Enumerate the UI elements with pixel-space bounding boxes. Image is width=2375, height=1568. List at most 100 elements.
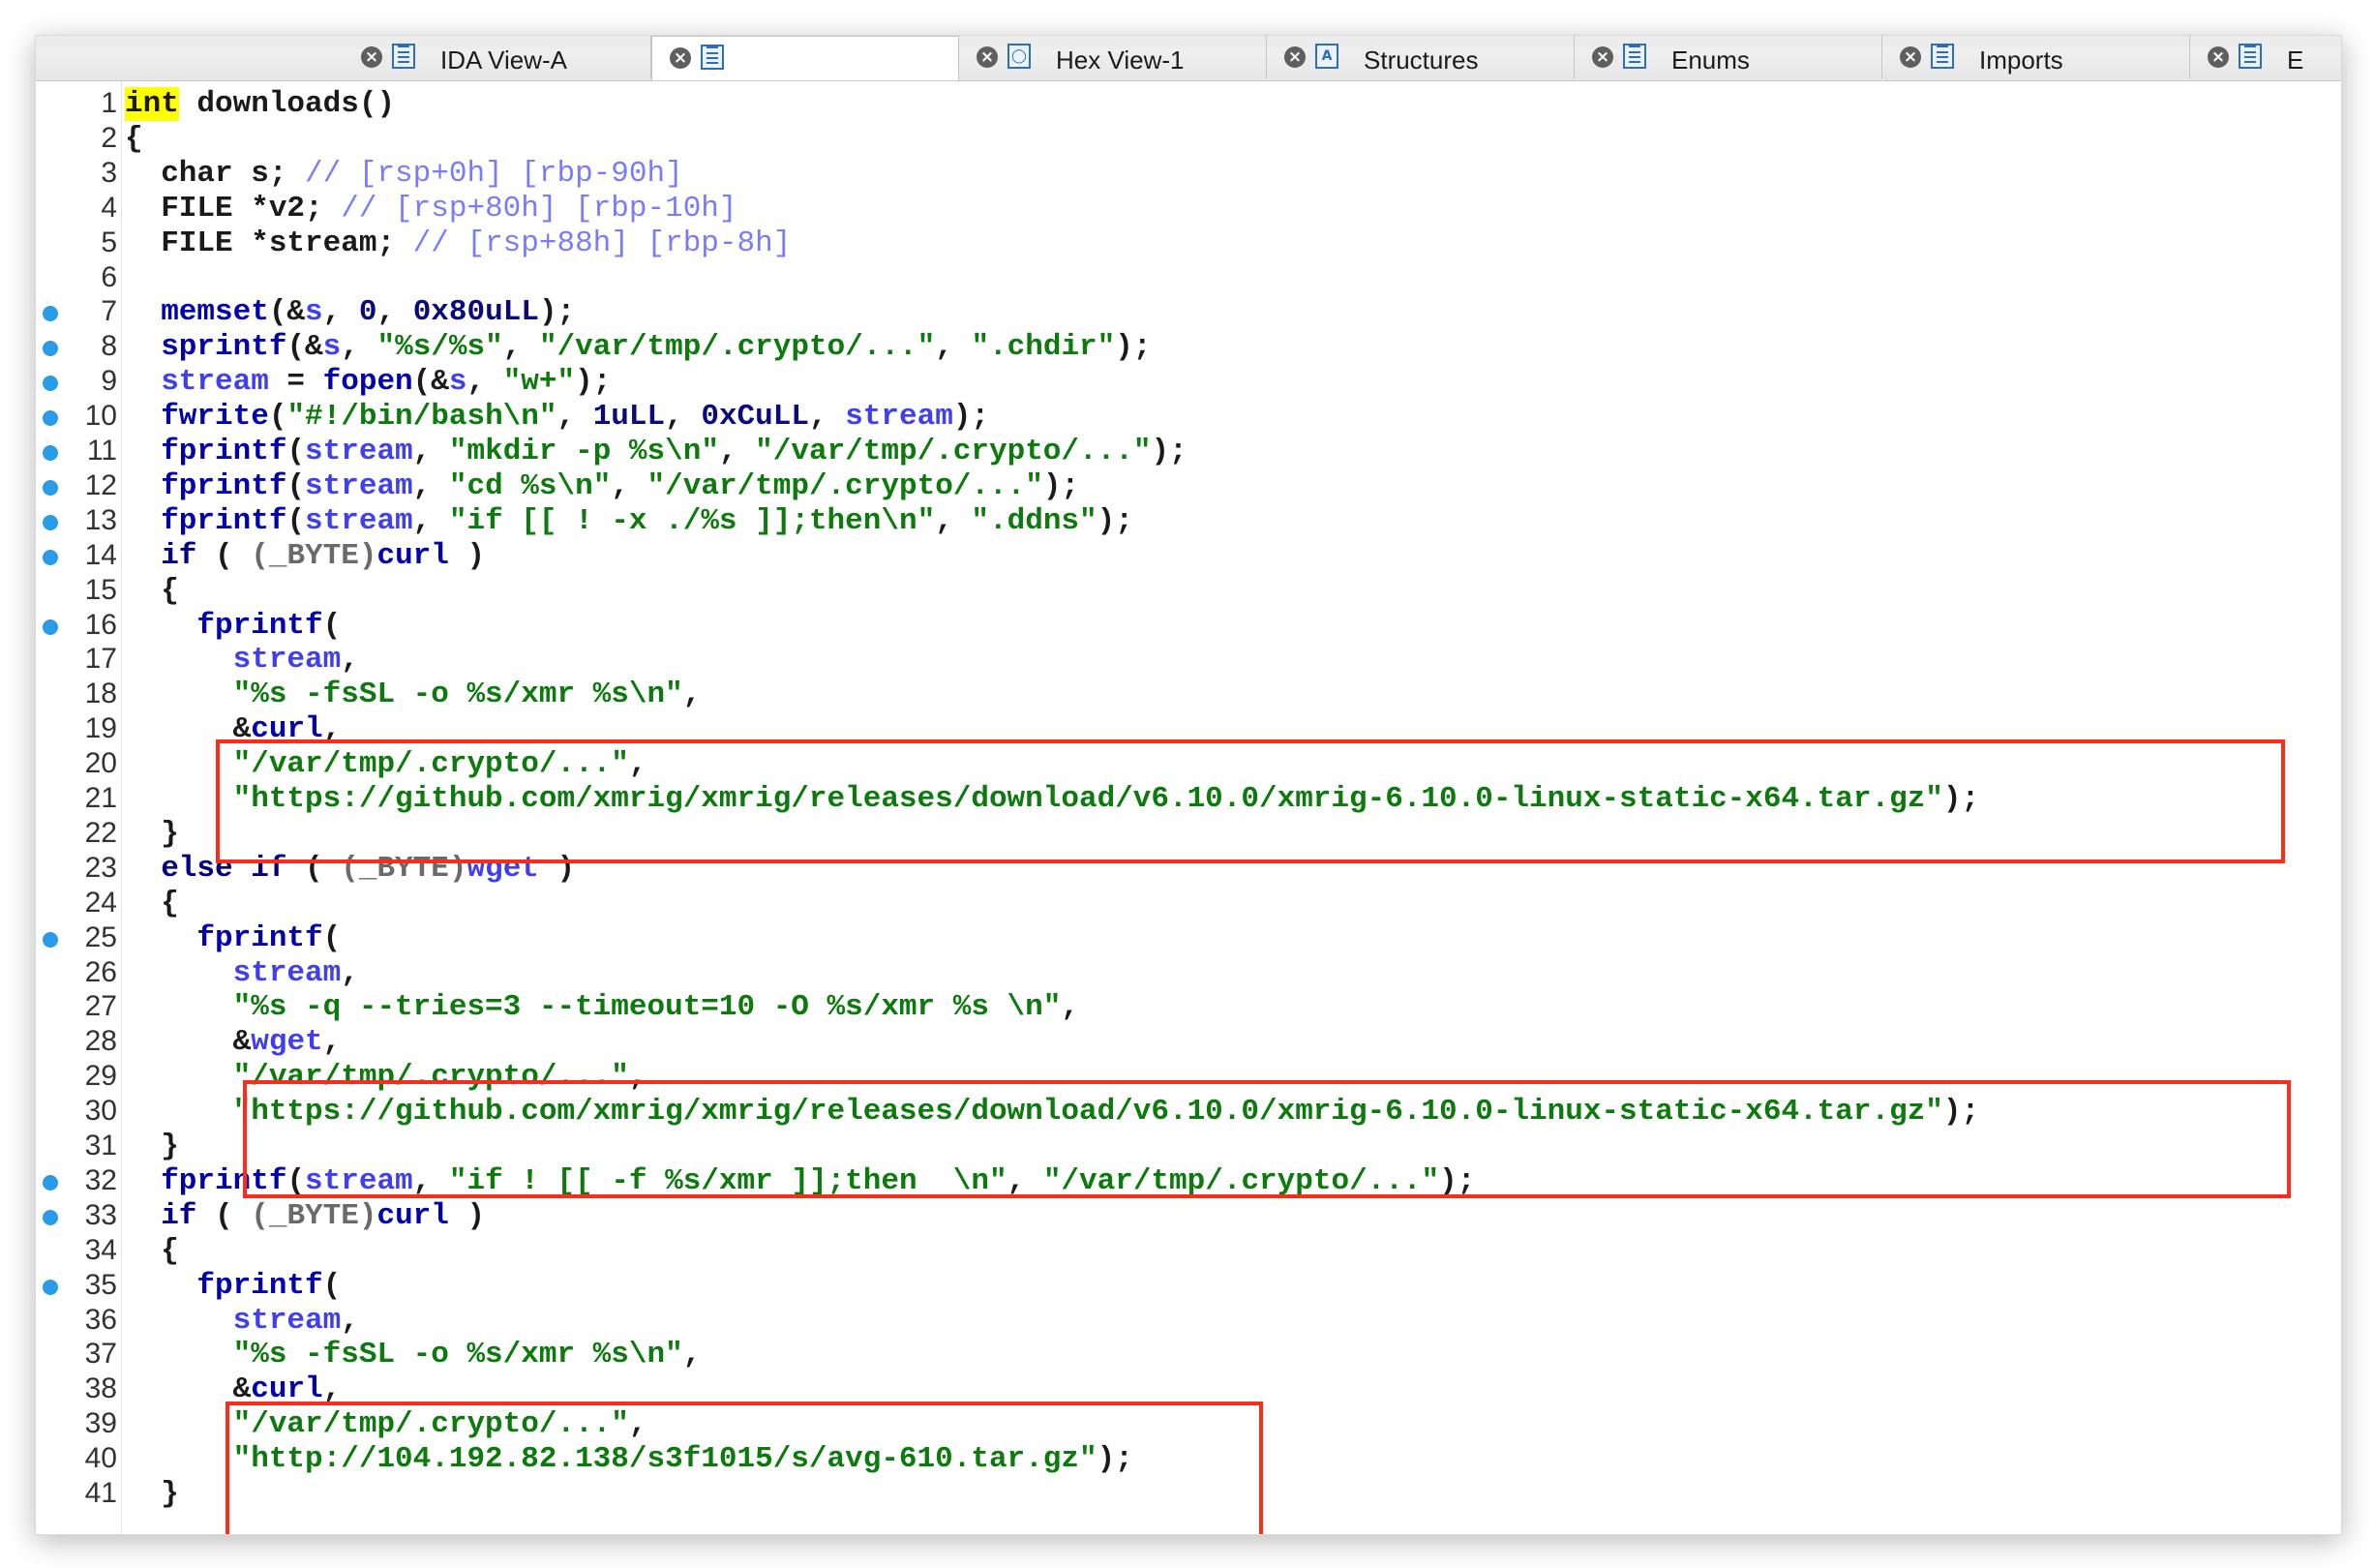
code-token: "%s/%s" — [376, 330, 503, 365]
code-line[interactable]: 33 if ( (_BYTE)curl ) — [36, 1199, 2341, 1234]
code-line[interactable]: 12 fprintf(stream, "cd %s\n", "/var/tmp/… — [36, 469, 2341, 504]
code-text: stream, — [125, 643, 359, 677]
code-token: if — [125, 538, 197, 573]
code-line[interactable]: 4 FILE *v2; // [rsp+80h] [rbp-10h] — [36, 192, 2341, 226]
code-line[interactable]: 3 char s; // [rsp+0h] [rbp-90h] — [36, 157, 2341, 192]
close-icon[interactable]: × — [977, 46, 998, 68]
line-number: 17 — [84, 643, 117, 676]
code-text: fprintf( — [125, 921, 341, 955]
tab-imports[interactable]: × Imports — [1882, 36, 2190, 78]
tab-exports[interactable]: × E — [2190, 36, 2341, 78]
code-text: { — [125, 887, 179, 920]
code-token: fprintf — [125, 1268, 323, 1303]
tab-pseudocode[interactable]: × — [651, 36, 959, 80]
code-token: s — [305, 295, 323, 330]
code-token: "%s -fsSL -o %s/xmr %s\n" — [125, 1338, 683, 1372]
line-number: 35 — [84, 1268, 117, 1301]
code-token: , — [341, 643, 359, 678]
close-icon[interactable]: × — [1284, 46, 1306, 68]
code-token: { — [125, 121, 143, 156]
code-token: 1uLL — [592, 400, 666, 435]
line-number: 26 — [84, 955, 117, 988]
tab-structures[interactable]: × A Structures — [1267, 36, 1575, 78]
close-icon[interactable]: × — [670, 47, 691, 69]
code-token: stream — [305, 435, 413, 468]
code-text: } — [125, 817, 179, 851]
close-icon[interactable]: × — [1900, 46, 1921, 68]
code-token: stream — [125, 1303, 342, 1338]
close-icon[interactable]: × — [361, 46, 382, 68]
code-line[interactable]: 28 &wget, — [36, 1025, 2341, 1060]
code-token: fopen — [322, 365, 413, 400]
code-token: , — [466, 365, 503, 400]
code-line[interactable]: 15 { — [36, 574, 2341, 609]
tab-hex-view[interactable]: × ◯ Hex View-1 — [959, 36, 1267, 78]
code-line[interactable]: 17 stream, — [36, 643, 2341, 678]
code-text: if ( (_BYTE)curl ) — [125, 539, 485, 573]
code-text: int downloads() — [125, 87, 395, 121]
annotation-box-curl-github — [216, 739, 2285, 863]
code-line[interactable]: 6 — [36, 261, 2341, 296]
code-token: , — [556, 400, 593, 435]
code-line[interactable]: 9 stream = fopen(&s, "w+"); — [36, 365, 2341, 400]
code-line[interactable]: 25 fprintf( — [36, 921, 2341, 956]
code-text: "%s -fsSL -o %s/xmr %s\n", — [125, 1338, 702, 1372]
code-text: { — [125, 122, 143, 156]
code-token: ".chdir" — [971, 330, 1116, 365]
code-line[interactable]: 1 int downloads() — [36, 87, 2341, 122]
code-token: // [rsp+0h] [rbp-90h] — [305, 156, 683, 191]
code-text: &wget, — [125, 1025, 342, 1059]
tab-enums[interactable]: × Enums — [1575, 36, 1882, 78]
line-number: 24 — [84, 886, 117, 919]
code-text: "%s -q --tries=3 --timeout=10 -O %s/xmr … — [125, 990, 1079, 1024]
line-number: 33 — [84, 1198, 117, 1231]
code-token: , — [412, 503, 449, 538]
code-line[interactable]: 24 { — [36, 887, 2341, 921]
tab-ida-view-a[interactable]: × IDA View-A — [344, 36, 651, 78]
line-number: 15 — [84, 573, 117, 606]
code-line[interactable]: 10 fwrite("#!/bin/bash\n", 1uLL, 0xCuLL,… — [36, 400, 2341, 435]
close-icon[interactable]: × — [1592, 46, 1613, 68]
code-line[interactable]: 34 { — [36, 1234, 2341, 1269]
line-number: 12 — [84, 468, 117, 501]
code-line[interactable]: 18 "%s -fsSL -o %s/xmr %s\n", — [36, 678, 2341, 712]
code-line[interactable]: 7 memset(&s, 0, 0x80uLL); — [36, 295, 2341, 330]
code-line[interactable]: 37 "%s -fsSL -o %s/xmr %s\n", — [36, 1338, 2341, 1372]
code-token: s — [448, 365, 467, 400]
code-line[interactable]: 5 FILE *stream; // [rsp+88h] [rbp-8h] — [36, 226, 2341, 261]
code-token: } — [125, 1477, 179, 1511]
code-token: { — [125, 886, 179, 920]
code-line[interactable]: 14 if ( (_BYTE)curl ) — [36, 539, 2341, 574]
code-token: fprintf — [125, 468, 287, 503]
code-line[interactable]: 2{ — [36, 122, 2341, 157]
code-line[interactable]: 36 stream, — [36, 1304, 2341, 1339]
pseudocode-view[interactable]: 1 int downloads() 2{3 char s; // [rsp+0h] … — [36, 81, 2341, 1534]
code-text: } — [125, 1130, 179, 1163]
code-token: stream — [125, 643, 342, 678]
code-text: memset(&s, 0, 0x80uLL); — [125, 295, 575, 329]
code-token: ( — [196, 538, 252, 573]
code-token: sprintf — [125, 330, 287, 365]
code-line[interactable]: 27 "%s -q --tries=3 --timeout=10 -O %s/x… — [36, 990, 2341, 1025]
code-token: , — [322, 295, 359, 330]
code-token: ); — [1115, 330, 1152, 365]
code-line[interactable]: 35 fprintf( — [36, 1269, 2341, 1304]
code-token: ( — [196, 1198, 252, 1233]
line-number: 11 — [86, 435, 117, 467]
code-token: fprintf — [125, 503, 287, 538]
line-number: 19 — [84, 712, 117, 745]
code-token: ) — [448, 538, 486, 573]
line-number: 8 — [101, 330, 117, 363]
code-line[interactable]: 16 fprintf( — [36, 609, 2341, 644]
code-token: curl — [376, 1198, 449, 1233]
code-token: if — [125, 1198, 197, 1233]
code-token: // [rsp+88h] [rbp-8h] — [412, 226, 792, 260]
code-token: downloads() — [178, 87, 396, 121]
code-line[interactable]: 11 fprintf(stream, "mkdir -p %s\n", "/va… — [36, 435, 2341, 469]
code-line[interactable]: 26 stream, — [36, 956, 2341, 991]
close-icon[interactable]: × — [2208, 46, 2229, 68]
code-line[interactable]: 8 sprintf(&s, "%s/%s", "/var/tmp/.crypto… — [36, 330, 2341, 365]
line-number: 5 — [101, 226, 117, 258]
code-line[interactable]: 13 fprintf(stream, "if [[ ! -x ./%s ]];t… — [36, 504, 2341, 539]
code-text: stream = fopen(&s, "w+"); — [125, 365, 611, 399]
